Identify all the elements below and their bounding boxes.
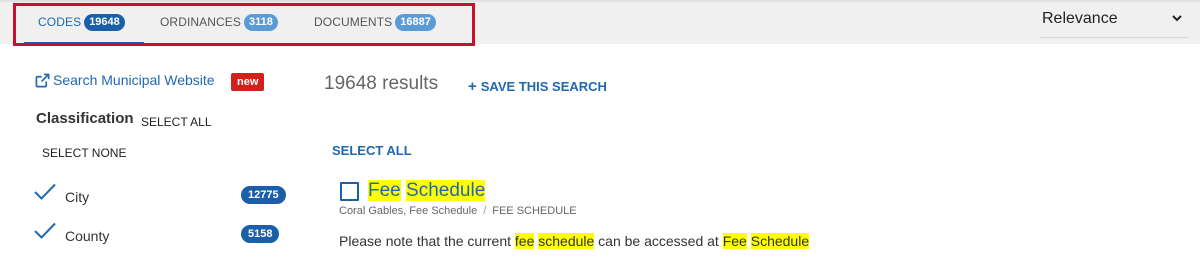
result-meta-separator: / xyxy=(483,205,487,217)
save-search-label: SAVE THIS SEARCH xyxy=(480,79,607,94)
external-link-icon xyxy=(35,73,50,87)
snippet-text: Please note that the current xyxy=(339,233,515,249)
classification-heading: Classification xyxy=(36,110,134,127)
result-snippet: Please note that the current fee schedul… xyxy=(339,233,810,249)
new-badge: new xyxy=(231,73,265,91)
result-title-word: Schedule xyxy=(406,180,486,201)
facet-county[interactable]: County 5158 xyxy=(34,222,294,246)
facet-city-label: City xyxy=(65,189,90,205)
sort-select-value: Relevance xyxy=(1042,9,1118,27)
result-select-checkbox[interactable] xyxy=(340,182,359,201)
chevron-down-icon xyxy=(1172,15,1182,22)
classification-select-none[interactable]: SELECT NONE xyxy=(42,146,126,160)
result-meta-path: Coral Gables, Fee Schedule xyxy=(339,205,478,217)
checkmark-icon xyxy=(34,222,56,239)
results-select-all[interactable]: SELECT ALL xyxy=(332,143,412,158)
result-title-word: Fee xyxy=(368,180,401,201)
snippet-highlight: Schedule xyxy=(750,233,810,249)
classification-select-all[interactable]: SELECT ALL xyxy=(141,115,212,129)
tabs-highlight-frame xyxy=(13,3,475,46)
sort-select[interactable]: Relevance xyxy=(1040,0,1188,38)
snippet-highlight: fee xyxy=(514,233,535,249)
checkmark-icon xyxy=(34,183,56,200)
facet-city-count: 12775 xyxy=(241,186,286,204)
search-municipal-website-link[interactable]: Search Municipal Website xyxy=(35,72,215,88)
plus-icon: + xyxy=(468,78,477,95)
search-municipal-website-label: Search Municipal Website xyxy=(53,72,215,88)
facet-county-label: County xyxy=(65,228,110,244)
snippet-text: can be accessed at xyxy=(594,233,723,249)
facet-county-count: 5158 xyxy=(241,225,280,243)
snippet-highlight: Fee xyxy=(722,233,747,249)
result-title-link[interactable]: Fee Schedule xyxy=(368,180,486,202)
results-count: 19648 results xyxy=(324,73,439,94)
facet-city[interactable]: City 12775 xyxy=(34,183,294,207)
result-meta-section: FEE SCHEDULE xyxy=(492,205,577,217)
save-search-button[interactable]: + SAVE THIS SEARCH xyxy=(468,79,607,94)
snippet-highlight: schedule xyxy=(538,233,595,249)
result-breadcrumb: Coral Gables, Fee Schedule / FEE SCHEDULE xyxy=(339,205,577,217)
